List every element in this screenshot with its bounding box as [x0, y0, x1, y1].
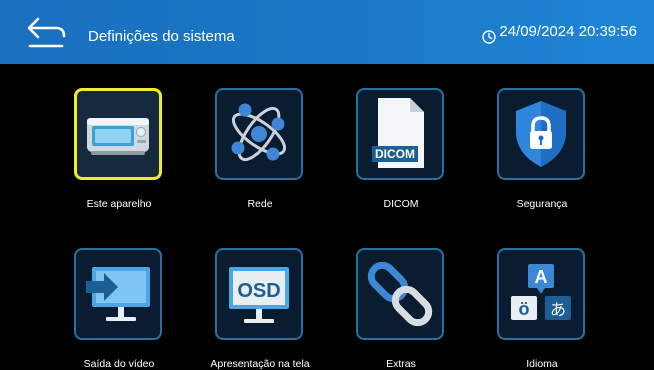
tile-icon-frame — [356, 248, 444, 340]
tile-label: Rede — [247, 198, 273, 210]
tile-saida-do-video[interactable]: Saída do vídeo — [44, 248, 194, 370]
tile-icon-frame — [215, 88, 303, 180]
header-bar: Definições do sistema 24/09/2024 20:39:5… — [0, 0, 654, 64]
clock-icon — [482, 30, 497, 44]
dicom-badge: DICOM — [375, 147, 415, 161]
osd-badge: OSD — [237, 280, 280, 302]
dicom-file-icon: DICOM — [372, 98, 424, 168]
tile-idioma[interactable]: A ö あ Idioma — [467, 248, 617, 370]
tile-este-aparelho[interactable]: Este aparelho — [44, 88, 194, 218]
osd-monitor-icon: OSD — [229, 267, 289, 323]
tile-icon-frame: OSD — [215, 248, 303, 340]
tile-rede[interactable]: Rede — [185, 88, 335, 218]
tile-label: Segurança — [516, 198, 568, 210]
tile-icon-frame — [497, 88, 585, 180]
glyph-o-umlaut: ö — [519, 299, 530, 319]
tile-icon-frame — [74, 248, 162, 340]
tile-label: DICOM — [383, 198, 419, 210]
tile-label: Este aparelho — [86, 198, 152, 210]
tile-icon-frame: A ö あ — [497, 248, 585, 340]
glyph-a: A — [535, 267, 548, 287]
tile-dicom[interactable]: DICOM DICOM — [326, 88, 476, 218]
network-atom-icon — [231, 103, 287, 162]
tile-icon-frame — [74, 88, 162, 180]
chain-link-icon — [367, 261, 433, 327]
video-output-monitor-icon — [86, 267, 150, 321]
datetime-text: 24/09/2024 20:39:56 — [499, 23, 637, 40]
security-shield-lock-icon — [516, 101, 566, 167]
ultrasound-device-icon — [87, 118, 149, 155]
tile-seguranca[interactable]: Segurança — [467, 88, 617, 218]
datetime-display: 24/09/2024 20:39:56 — [482, 0, 637, 64]
language-icon: A ö あ — [511, 264, 571, 320]
settings-grid: Este aparelho Rede DICOM DICOM Segurança… — [0, 64, 654, 370]
page-title: Definições do sistema — [88, 28, 235, 45]
tile-extras[interactable]: Extras — [326, 248, 476, 370]
back-arrow-icon[interactable] — [24, 14, 68, 52]
tile-icon-frame: DICOM — [356, 88, 444, 180]
tile-apresentacao-na-tela[interactable]: OSD Apresentação na tela — [185, 248, 335, 370]
glyph-a-hiragana: あ — [550, 300, 566, 319]
